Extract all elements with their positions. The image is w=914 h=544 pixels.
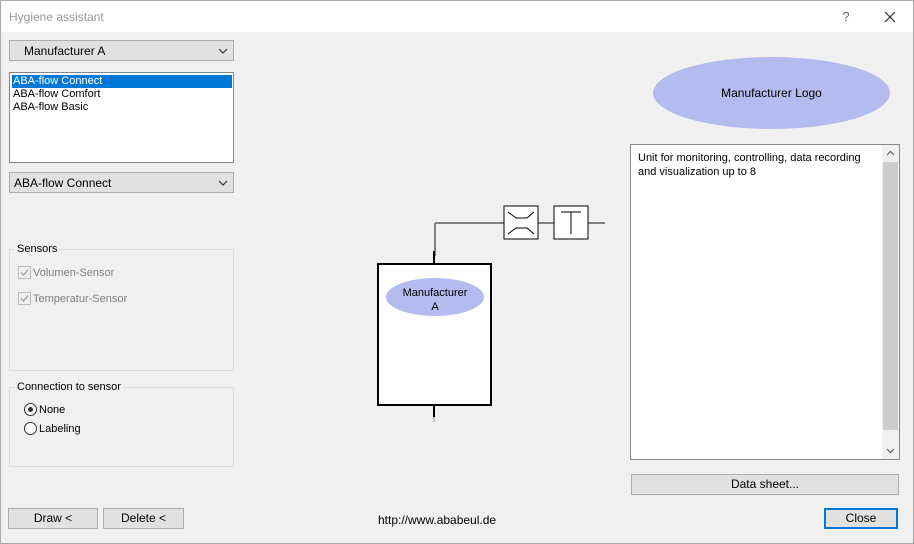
manufacturer-logo: Manufacturer Logo [653,57,890,129]
temperature-sensor-symbol [553,205,589,240]
chevron-down-icon[interactable] [882,442,899,459]
chevron-up-icon[interactable] [882,145,899,162]
scrollbar-thumb[interactable] [883,162,898,430]
delete-button[interactable]: Delete < [103,508,184,529]
data-sheet-button[interactable]: Data sheet... [631,474,899,495]
vertical-scrollbar[interactable] [882,145,899,459]
website-link[interactable]: http://www.ababeul.de [378,513,496,527]
description-text: Unit for monitoring, controlling, data r… [638,152,861,178]
device-label-line2: A [431,301,439,313]
device-label-line1: Manufacturer [403,287,468,299]
close-button[interactable]: Close [824,508,898,529]
volume-sensor-symbol [503,205,539,240]
description-box[interactable]: Unit for monitoring, controlling, data r… [630,144,900,460]
draw-button[interactable]: Draw < [8,508,98,529]
